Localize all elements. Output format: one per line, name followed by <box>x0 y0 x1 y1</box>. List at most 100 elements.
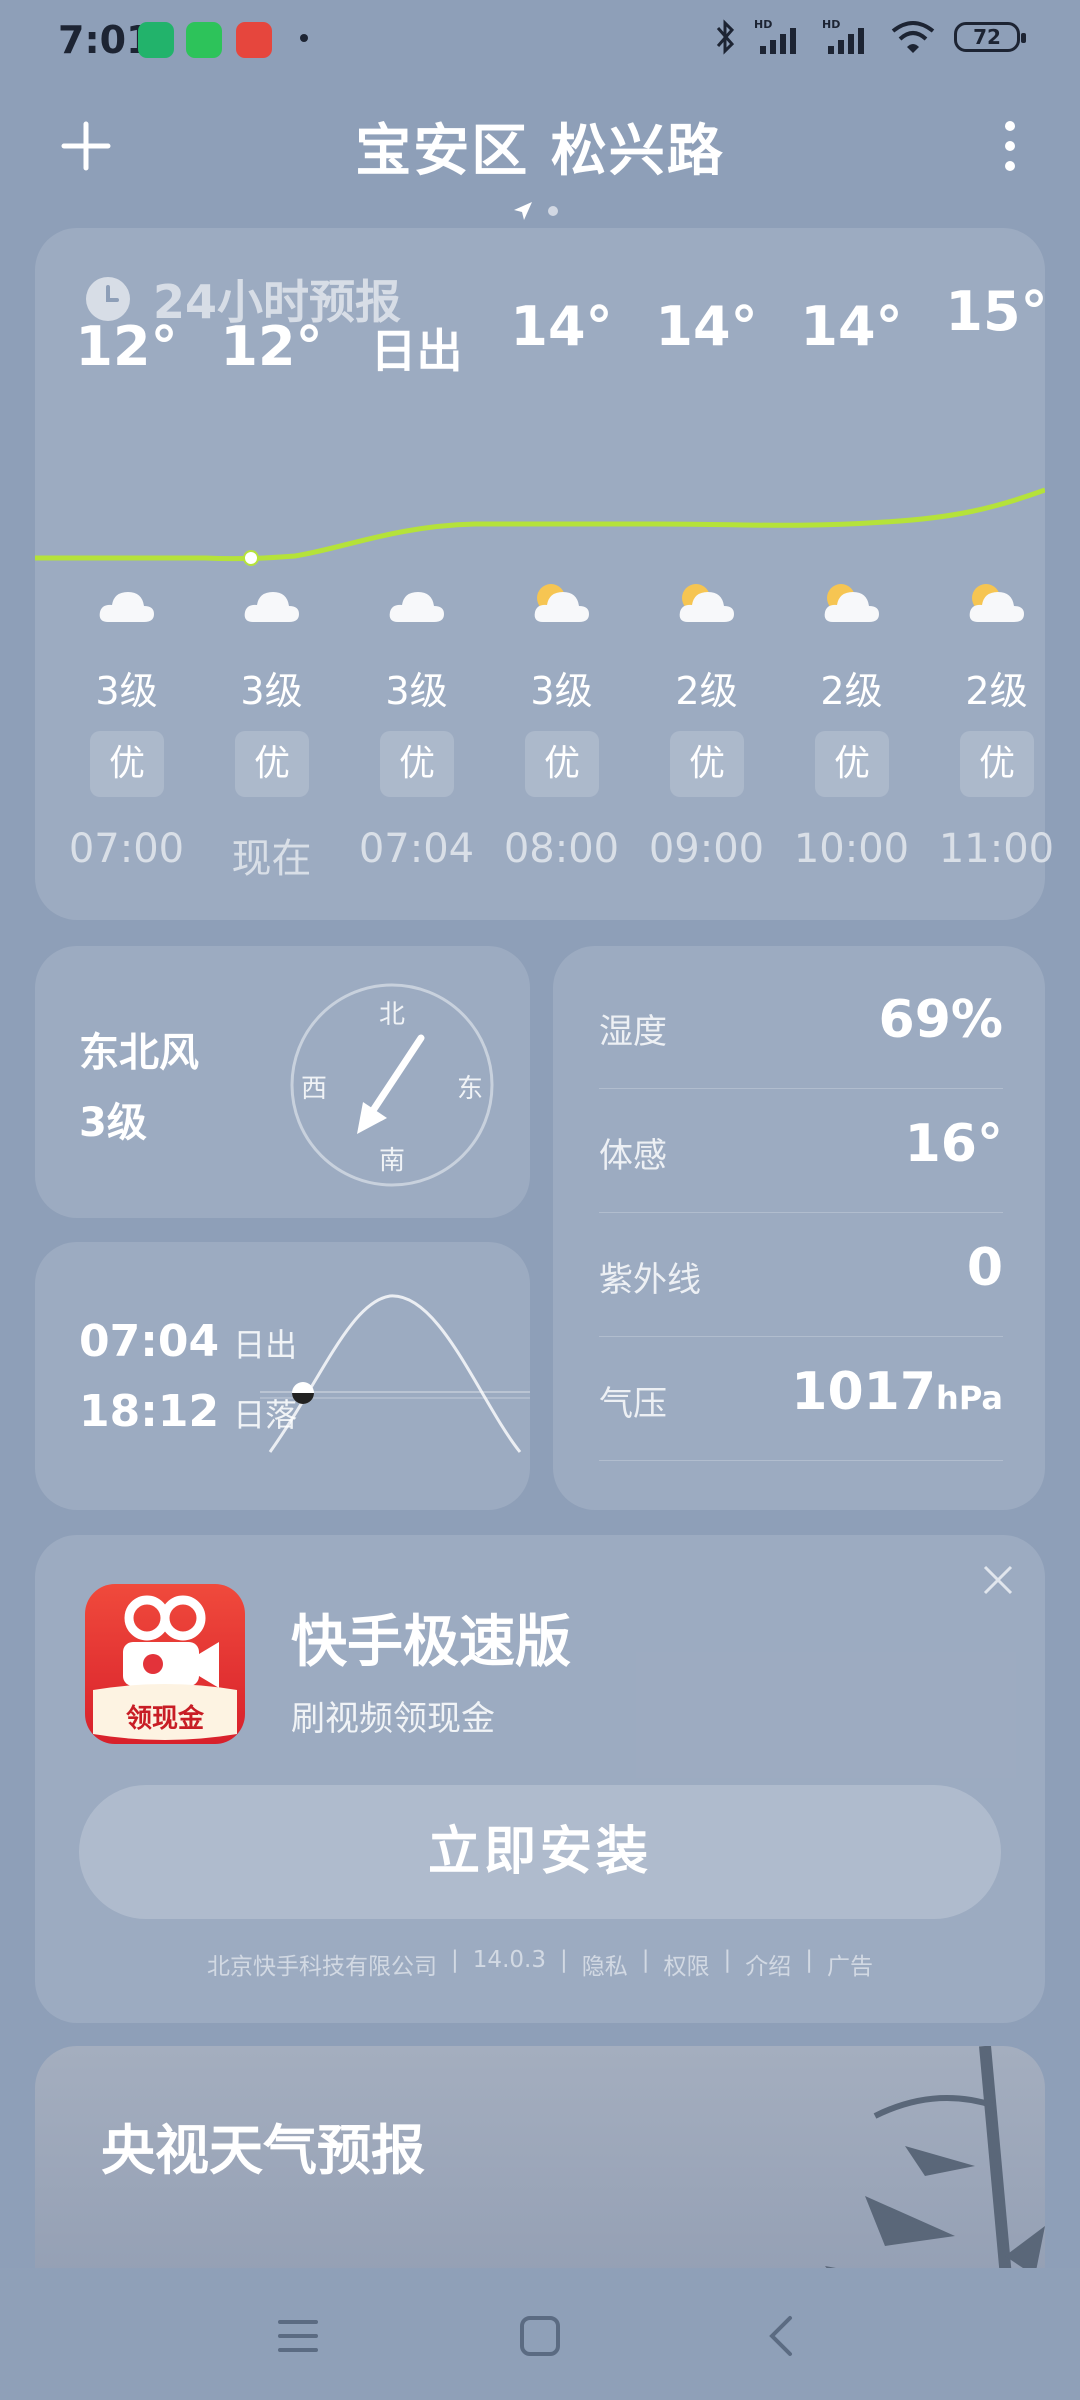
home-button[interactable] <box>516 2312 564 2360</box>
hourly-item: 12° 3级优 07:00 <box>54 228 199 920</box>
hourly-time: 09:00 <box>648 826 765 872</box>
ad-description: 刷视频领现金 <box>291 1699 495 1739</box>
hourly-temp: 日出 <box>370 324 463 378</box>
status-bar: 7:01 HD HD 72 <box>0 0 1080 84</box>
footer-separator: | <box>723 1947 732 1973</box>
hourly-item: 14° 3级优 08:00 <box>489 228 634 920</box>
footer-separator: | <box>559 1947 568 1973</box>
detail-unit: hPa <box>936 1379 1003 1417</box>
details-card[interactable]: 湿度 69% 体感 16° 紫外线 0 气压 1017hPa <box>553 946 1045 1510</box>
compass: 北 南 西 东 <box>287 980 497 1190</box>
hourly-wind: 2级 <box>675 669 738 713</box>
detail-row: 体感 16° <box>599 1088 1003 1213</box>
toutiao-icon <box>236 22 272 58</box>
cloudy-icon <box>389 592 444 622</box>
hourly-aqi-badge: 优 <box>815 731 889 797</box>
ad-card[interactable]: 领现金 快手极速版 刷视频领现金 立即安装 北京快手科技有限公司 | 14.0.3 |… <box>35 1535 1045 2023</box>
sunrise-card[interactable]: 07:04 日出 18:12 日落 <box>35 1242 530 1510</box>
compass-south: 南 <box>379 1146 406 1176</box>
battery-icon: 72 <box>954 22 1026 52</box>
hourly-wind: 3级 <box>240 669 303 713</box>
hourly-time: 11:00 <box>938 826 1055 872</box>
sun-arc <box>260 1294 530 1453</box>
hourly-item: 15° 2级优 11:00 <box>924 228 1069 920</box>
hourly-item: 12° 3级优现在 <box>199 228 344 920</box>
detail-label: 紫外线 <box>599 1260 701 1300</box>
hourly-aqi-badge: 优 <box>525 731 599 797</box>
compass-north: 北 <box>379 1000 406 1030</box>
sunrise-time: 07:04 <box>79 1316 220 1367</box>
detail-value-number: 1017 <box>791 1362 937 1422</box>
detail-row: 湿度 69% <box>599 964 1003 1089</box>
detail-label: 体感 <box>599 1136 667 1176</box>
bluetooth-icon <box>716 19 735 55</box>
hourly-item: 14° 2级优 09:00 <box>634 228 779 920</box>
footer-link[interactable]: 北京快手科技有限公司 <box>207 1947 437 1981</box>
location-title: 宝安区 松兴路 <box>355 119 725 184</box>
wifi-icon <box>891 21 935 53</box>
detail-value: 16° <box>905 1114 1003 1174</box>
hourly-aqi-badge: 优 <box>960 731 1034 797</box>
partly-cloudy-icon <box>969 584 1024 622</box>
ad-app-name: 快手极速版 <box>291 1610 571 1675</box>
hourly-time: 07:00 <box>68 826 185 872</box>
close-ad-button[interactable] <box>981 1563 1015 1597</box>
signal-hd-icon: HD <box>754 18 796 54</box>
ad-footer: 北京快手科技有限公司 | 14.0.3 | 隐私 | 权限 | 介绍 | 广告 <box>35 1947 1045 1981</box>
hourly-wind: 3级 <box>385 669 448 713</box>
logo-text: 领现金 <box>125 1704 204 1734</box>
hourly-aqi-badge: 优 <box>380 731 454 797</box>
hourly-time: 10:00 <box>793 826 910 872</box>
navigation-bar <box>0 2268 1080 2400</box>
hourly-time: 07:04 <box>358 826 475 872</box>
hourly-temp: 14° <box>510 295 613 358</box>
wind-card[interactable]: 东北风 3级 北 南 西 东 <box>35 946 530 1218</box>
compass-west: 西 <box>301 1074 328 1104</box>
hourly-temp: 14° <box>800 295 903 358</box>
detail-value: 1017hPa <box>791 1362 1003 1422</box>
detail-value-number: 0 <box>966 1238 1003 1298</box>
page-dot <box>548 206 558 216</box>
hourly-aqi-badge: 优 <box>670 731 744 797</box>
footer-separator: | <box>805 1947 813 1973</box>
footer-separator: | <box>451 1947 459 1973</box>
security-app-icon <box>138 22 174 58</box>
footer-link[interactable]: 14.0.3 <box>473 1947 546 1981</box>
hourly-temp: 12° <box>75 315 178 378</box>
signal-hd-icon-2: HD <box>822 18 864 54</box>
location-arrow-icon <box>514 202 532 220</box>
sunset-time: 18:12 <box>79 1386 220 1437</box>
hourly-item: 日出 3级优 07:04 <box>344 228 489 920</box>
footer-link[interactable]: 广告 <box>827 1947 873 1981</box>
cloudy-icon <box>99 592 154 622</box>
footer-link[interactable]: 隐私 <box>582 1947 628 1981</box>
svg-text:HD: HD <box>754 18 772 31</box>
hourly-forecast-card[interactable]: 24小时预报 12° 3级优 07:00 12° 3级优现在 日出 3级优 07:04 14° 3… <box>35 228 1054 920</box>
install-button[interactable]: 立即安装 <box>79 1785 1001 1919</box>
detail-value: 0 <box>967 1238 1003 1298</box>
hourly-wind: 3级 <box>530 669 593 713</box>
svg-text:HD: HD <box>822 18 840 31</box>
compass-east: 东 <box>457 1074 484 1104</box>
detail-label: 湿度 <box>599 1012 667 1052</box>
footer-link[interactable]: 介绍 <box>745 1947 791 1981</box>
detail-value-number: 16° <box>904 1114 1003 1174</box>
hourly-item: 14° 2级优 10:00 <box>779 228 924 920</box>
hourly-temp: 14° <box>655 295 758 358</box>
back-button[interactable] <box>758 2312 806 2360</box>
menu-button[interactable] <box>274 2312 322 2360</box>
page-indicator <box>512 200 558 222</box>
cctv-title: 央视天气预报 <box>101 2119 425 2182</box>
detail-row: 紫外线 0 <box>599 1212 1003 1337</box>
partly-cloudy-icon <box>679 584 734 622</box>
more-options-button[interactable] <box>990 118 1030 174</box>
more-notifications-dot <box>300 34 308 42</box>
partly-cloudy-icon <box>534 584 589 622</box>
hourly-time: 现在 <box>231 836 312 882</box>
cloudy-icon <box>244 592 299 622</box>
wechat-icon <box>186 22 222 58</box>
detail-value-number: 69% <box>878 990 1003 1050</box>
wind-direction: 东北风 <box>79 1030 199 1076</box>
footer-link[interactable]: 权限 <box>663 1947 709 1981</box>
battery-level: 72 <box>973 25 1001 49</box>
